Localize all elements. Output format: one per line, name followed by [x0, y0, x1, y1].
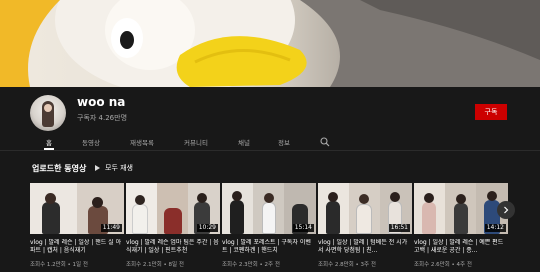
tab-videos[interactable]: 동영상 — [80, 137, 102, 150]
tab-community[interactable]: 커뮤니티 — [180, 137, 212, 150]
tab-playlists[interactable]: 재생목록 — [128, 137, 156, 150]
tab-about[interactable]: 정보 — [276, 137, 292, 150]
subscribe-button[interactable]: 구독 — [475, 104, 507, 120]
uploads-title[interactable]: 업로드한 동영상 — [32, 163, 86, 174]
video-duration: 16:51 — [388, 224, 410, 232]
shelf-next-button[interactable] — [497, 201, 515, 219]
video-meta: 조회수 1.2만회 • 1일 전 — [30, 262, 88, 268]
video-thumbnail[interactable]: 15:14 — [222, 183, 316, 234]
video-title[interactable]: vlog | 발레 포레스트 | 구독자 이벤트 | 코펜하겐 | 핸드치 — [222, 239, 316, 256]
video-duration: 14:12 — [484, 224, 506, 232]
video-meta: 조회수 2.8만회 • 3주 전 — [318, 262, 376, 268]
video-thumbnail[interactable]: 10:29 — [126, 183, 220, 234]
video-meta: 조회수 2.1만회 • 8일 전 — [126, 262, 184, 268]
play-icon — [95, 165, 100, 171]
tab-home[interactable]: 홈 — [44, 137, 54, 150]
play-all-button[interactable]: 모두 재생 — [95, 163, 133, 173]
video-title[interactable]: vlog | 일상 | 발레 레슨 | 예쁜 편드 고백 | 새로운 공간 | … — [414, 239, 508, 256]
video-thumbnail[interactable]: 14:12 — [414, 183, 508, 234]
play-all-label: 모두 재생 — [105, 164, 133, 172]
video-card[interactable]: 10:29 vlog | 발레 레슨 엄마 팀은 주간 | 음식재기 | 일상 … — [126, 183, 220, 272]
video-shelf: 11:49 vlog | 발레 레슨 | 일상 | 핸드 실 아파트 | 캡처 … — [30, 183, 540, 272]
channel-banner — [0, 0, 540, 87]
video-title[interactable]: vlog | 일상 | 발레 | 텀베든 전 시가서 사면학 당첨됨 | 친..… — [318, 239, 412, 256]
video-meta: 조회수 2.6만회 • 4주 전 — [414, 262, 472, 268]
video-card[interactable]: 16:51 vlog | 일상 | 발레 | 텀베든 전 시가서 사면학 당첨됨… — [318, 183, 412, 272]
video-card[interactable]: 11:49 vlog | 발레 레슨 | 일상 | 핸드 실 아파트 | 캡처 … — [30, 183, 124, 272]
avatar-face — [44, 104, 52, 112]
video-duration: 15:14 — [292, 224, 314, 232]
video-thumbnail[interactable]: 16:51 — [318, 183, 412, 234]
channel-name: woo na — [77, 95, 126, 109]
search-icon[interactable] — [320, 137, 330, 147]
tab-channels[interactable]: 채널 — [236, 137, 252, 150]
video-duration: 10:29 — [196, 224, 218, 232]
banner-art — [0, 0, 540, 87]
channel-tabs: 홈 동영상 재생목록 커뮤니티 채널 정보 — [0, 135, 540, 151]
video-title[interactable]: vlog | 발레 레슨 | 일상 | 핸드 실 아파트 | 캡처 | 음식재기 — [30, 239, 124, 256]
video-meta: 조회수 2.3만회 • 2주 전 — [222, 262, 280, 268]
channel-avatar[interactable] — [30, 95, 66, 131]
video-duration: 11:49 — [100, 224, 122, 232]
video-title[interactable]: vlog | 발레 레슨 엄마 팀은 주간 | 음식재기 | 일상 | 핀트추천 — [126, 239, 220, 256]
video-card[interactable]: 15:14 vlog | 발레 포레스트 | 구독자 이벤트 | 코펜하겐 | … — [222, 183, 316, 272]
video-thumbnail[interactable]: 11:49 — [30, 183, 124, 234]
subscriber-count: 구독자 4.26만명 — [77, 114, 128, 122]
chevron-right-icon — [504, 206, 509, 214]
video-card[interactable]: 14:12 vlog | 일상 | 발레 레슨 | 예쁜 편드 고백 | 새로운… — [414, 183, 508, 272]
